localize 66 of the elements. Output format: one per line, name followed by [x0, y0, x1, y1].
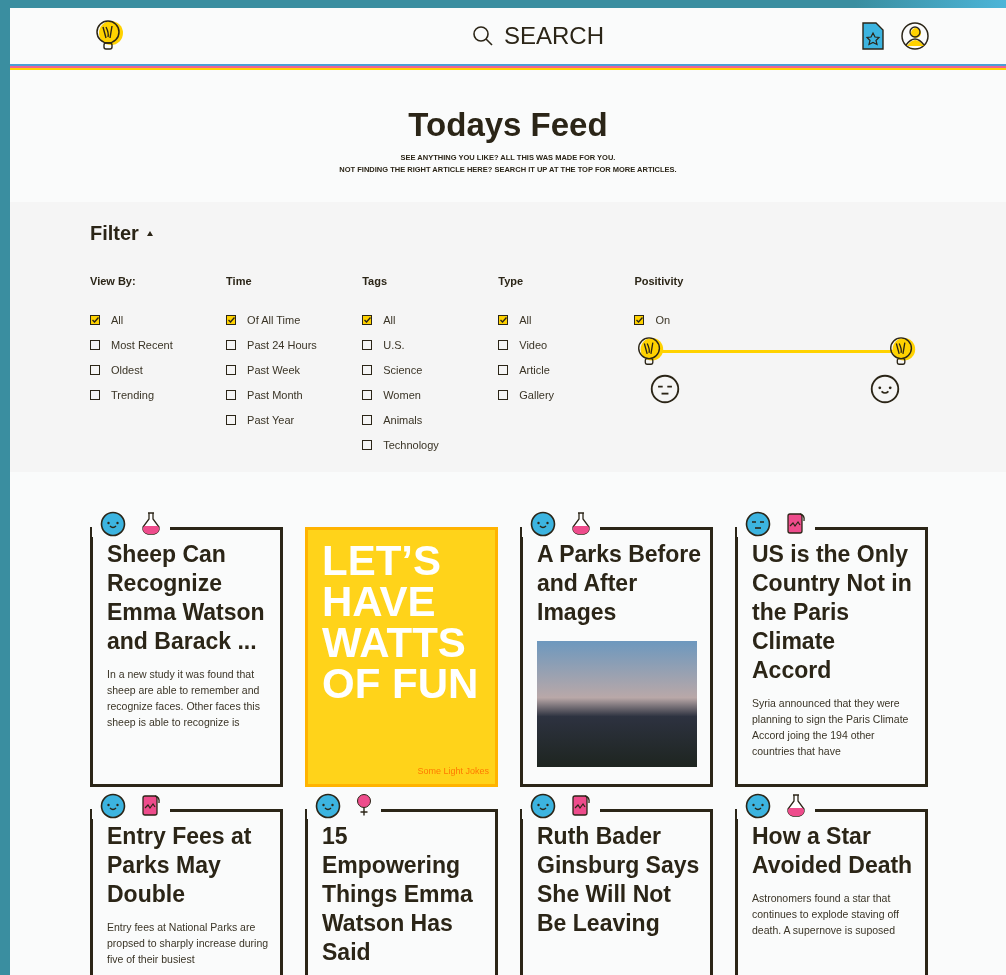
search-icon	[472, 25, 494, 47]
filter-checkbox[interactable]: Past Week	[226, 357, 363, 382]
checkmark-icon	[227, 316, 235, 323]
article-card[interactable]: Sheep Can Recognize Emma Watson and Barack ... In a new study it was found that sheep are able to remember and recognize faces. Other faces this sheep is able to recognize is	[90, 527, 283, 787]
filter-checkbox[interactable]: Article	[498, 357, 635, 382]
filter-toggle[interactable]: Filter	[90, 222, 153, 245]
face-icon	[530, 793, 556, 819]
filter-checkbox[interactable]: Past 24 Hours	[226, 332, 363, 357]
article-title: A Parks Before and After Images	[537, 540, 703, 627]
page-title: Todays Feed	[408, 106, 608, 144]
filter-checkbox[interactable]: Most Recent	[90, 332, 227, 357]
face-icon	[530, 511, 556, 537]
article-title: Sheep Can Recognize Emma Watson and Barack ...	[107, 540, 266, 656]
face-icon	[100, 511, 126, 537]
filter-checkbox[interactable]: Past Month	[226, 382, 363, 407]
article-excerpt: Astronomers found a star that continues to explode staving off death. A supernove is suposed	[752, 891, 900, 938]
article-title: 15 Empowering Things Emma Watson Has Said	[322, 822, 474, 967]
filter-heading: Time	[226, 275, 253, 287]
article-title: Entry Fees at Parks May Double	[107, 822, 253, 909]
article-title: US is the Only Country Not in the Paris Climate Accord	[752, 540, 913, 685]
article-title: Ruth Bader Ginsburg Says She Will Not Be Leaving	[537, 822, 701, 938]
filter-checkbox[interactable]: U.S.	[362, 332, 499, 357]
filter-heading: Type	[498, 275, 525, 287]
face-icon	[315, 793, 341, 819]
unhappy-face-icon	[650, 374, 681, 404]
promo-caption: Some Light Jokes	[417, 766, 489, 776]
article-card[interactable]: Ruth Bader Ginsburg Says She Will Not Be Leaving	[520, 809, 713, 975]
search-button[interactable]: SEARCH	[472, 22, 604, 50]
checkmark-icon	[363, 316, 371, 323]
article-excerpt: Syria announced that they were planning to sign the Paris Climate Accord joing the 194 other countries that have	[752, 696, 910, 759]
filter-checkbox[interactable]: Women	[362, 382, 499, 407]
face-icon	[745, 511, 771, 537]
filter-checkbox[interactable]: On	[634, 307, 926, 332]
filter-checkbox[interactable]: Past Year	[226, 407, 363, 432]
filter-checkbox[interactable]: Science	[362, 357, 499, 382]
article-card[interactable]: How a Star Avoided Death Astronomers found a star that continues to explode staving off death. A supernove is suposed	[735, 809, 928, 975]
article-card[interactable]: Entry Fees at Parks May Double Entry fees at National Parks are propsed to sharply increase during five of their busiest	[90, 809, 283, 975]
filter-checkbox[interactable]: Oldest	[90, 357, 227, 382]
checkmark-icon	[91, 316, 99, 323]
female-symbol-icon	[355, 793, 373, 817]
face-icon	[745, 793, 771, 819]
checkmark-icon	[499, 316, 507, 323]
article-excerpt: In a new study it was found that sheep are able to remember and recognize faces. Other faces this sheep is able to recognize is	[107, 667, 261, 730]
filter-heading: View By:	[90, 275, 137, 287]
promo-title: LET’S HAVE WATTS OF FUN	[322, 540, 480, 704]
article-card[interactable]: A Parks Before and After Images	[520, 527, 713, 787]
filter-checkbox[interactable]: All	[362, 307, 499, 332]
filter-checkbox[interactable]: Video	[498, 332, 635, 357]
filter-checkbox[interactable]: Animals	[362, 407, 499, 432]
filter-checkbox[interactable]: All	[90, 307, 227, 332]
filter-heading: Tags	[362, 275, 389, 287]
filter-checkbox[interactable]: Of All Time	[226, 307, 363, 332]
filter-checkbox[interactable]: Gallery	[498, 382, 635, 407]
article-excerpt: Entry fees at National Parks are propsed to sharply increase during five of their busiest	[107, 920, 270, 967]
profile-icon[interactable]	[900, 21, 930, 51]
filter-heading: Positivity	[634, 275, 685, 287]
filter-checkbox[interactable]: All	[498, 307, 635, 332]
article-card[interactable]: 15 Empowering Things Emma Watson Has Said	[305, 809, 498, 975]
article-card[interactable]: US is the Only Country Not in the Paris Climate Accord Syria announced that they were planning to sign the Paris Climate Accord joing the 194 other countries that have	[735, 527, 928, 787]
happy-face-icon	[870, 374, 901, 404]
filter-checkbox[interactable]: Trending	[90, 382, 227, 407]
checkmark-icon	[635, 316, 643, 323]
saved-document-icon[interactable]	[860, 22, 886, 50]
face-icon	[100, 793, 126, 819]
filter-checkbox[interactable]: Technology	[362, 432, 499, 457]
article-title: How a Star Avoided Death	[752, 822, 914, 880]
